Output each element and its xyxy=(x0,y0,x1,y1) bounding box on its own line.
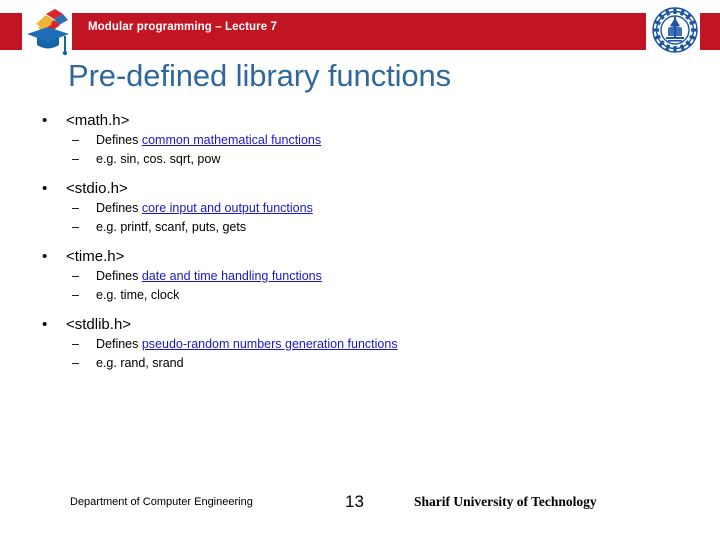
library-example-row: – e.g. rand, srand xyxy=(0,354,720,373)
header-bar-left-segment xyxy=(0,13,22,50)
defines-link[interactable]: common mathematical functions xyxy=(142,133,321,147)
library-header-row: • <time.h> xyxy=(0,246,720,267)
slide-header: Modular programming – Lecture 7 xyxy=(0,0,720,62)
graduation-cap-logo-icon xyxy=(24,6,72,56)
defines-link[interactable]: date and time handling functions xyxy=(142,269,322,283)
defines-link[interactable]: core input and output functions xyxy=(142,201,313,215)
page-title: Pre-defined library functions xyxy=(68,58,452,93)
library-group-time-h: • <time.h> – Defines date and time handl… xyxy=(0,246,720,305)
header-bar-right-segment xyxy=(700,13,720,50)
library-header-row: • <stdio.h> xyxy=(0,178,720,199)
library-group-stdlib-h: • <stdlib.h> – Defines pseudo-random num… xyxy=(0,314,720,373)
library-defines-row: – Defines common mathematical functions xyxy=(0,131,720,150)
library-header-row: • <stdlib.h> xyxy=(0,314,720,335)
example-label: e.g. printf, scanf, puts, gets xyxy=(96,220,247,234)
library-example-row: – e.g. time, clock xyxy=(0,286,720,305)
library-example-row: – e.g. sin, cos. sqrt, pow xyxy=(0,150,720,169)
defines-prefix-label: Defines xyxy=(96,201,142,215)
bullet-dot-icon: • xyxy=(42,248,48,265)
dash-marker-icon: – xyxy=(72,356,79,370)
slide-footer: Department of Computer Engineering 13 Sh… xyxy=(0,492,720,518)
bullet-dot-icon: • xyxy=(42,316,48,333)
library-header-label: <math.h> xyxy=(66,112,130,129)
sharif-university-emblem-icon xyxy=(650,4,700,56)
dash-marker-icon: – xyxy=(72,152,79,166)
bullet-dot-icon: • xyxy=(42,112,48,129)
library-example-row: – e.g. printf, scanf, puts, gets xyxy=(0,218,720,237)
library-header-label: <stdio.h> xyxy=(66,180,128,197)
dash-marker-icon: – xyxy=(72,133,79,147)
library-header-row: • <math.h> xyxy=(0,110,720,131)
library-group-stdio-h: • <stdio.h> – Defines core input and out… xyxy=(0,178,720,237)
library-group-math-h: • <math.h> – Defines common mathematical… xyxy=(0,110,720,169)
dash-marker-icon: – xyxy=(72,220,79,234)
library-defines-row: – Defines core input and output function… xyxy=(0,199,720,218)
slide-content: • <math.h> – Defines common mathematical… xyxy=(0,110,720,382)
header-title: Modular programming – Lecture 7 xyxy=(88,21,278,33)
dash-marker-icon: – xyxy=(72,337,79,351)
example-label: e.g. rand, srand xyxy=(96,356,184,370)
dash-marker-icon: – xyxy=(72,201,79,215)
slide-number: 13 xyxy=(345,492,364,511)
defines-link[interactable]: pseudo-random numbers generation functio… xyxy=(142,337,398,351)
footer-department-label: Department of Computer Engineering xyxy=(70,496,253,508)
defines-prefix-label: Defines xyxy=(96,269,142,283)
library-header-label: <stdlib.h> xyxy=(66,316,132,333)
footer-university-label: Sharif University of Technology xyxy=(414,494,597,509)
defines-prefix-label: Defines xyxy=(96,337,142,351)
example-label: e.g. sin, cos. sqrt, pow xyxy=(96,152,221,166)
library-defines-row: – Defines pseudo-random numbers generati… xyxy=(0,335,720,354)
library-header-label: <time.h> xyxy=(66,248,125,265)
example-label: e.g. time, clock xyxy=(96,288,180,302)
library-defines-row: – Defines date and time handling functio… xyxy=(0,267,720,286)
defines-prefix-label: Defines xyxy=(96,133,142,147)
bullet-dot-icon: • xyxy=(42,180,48,197)
dash-marker-icon: – xyxy=(72,269,79,283)
dash-marker-icon: – xyxy=(72,288,79,302)
